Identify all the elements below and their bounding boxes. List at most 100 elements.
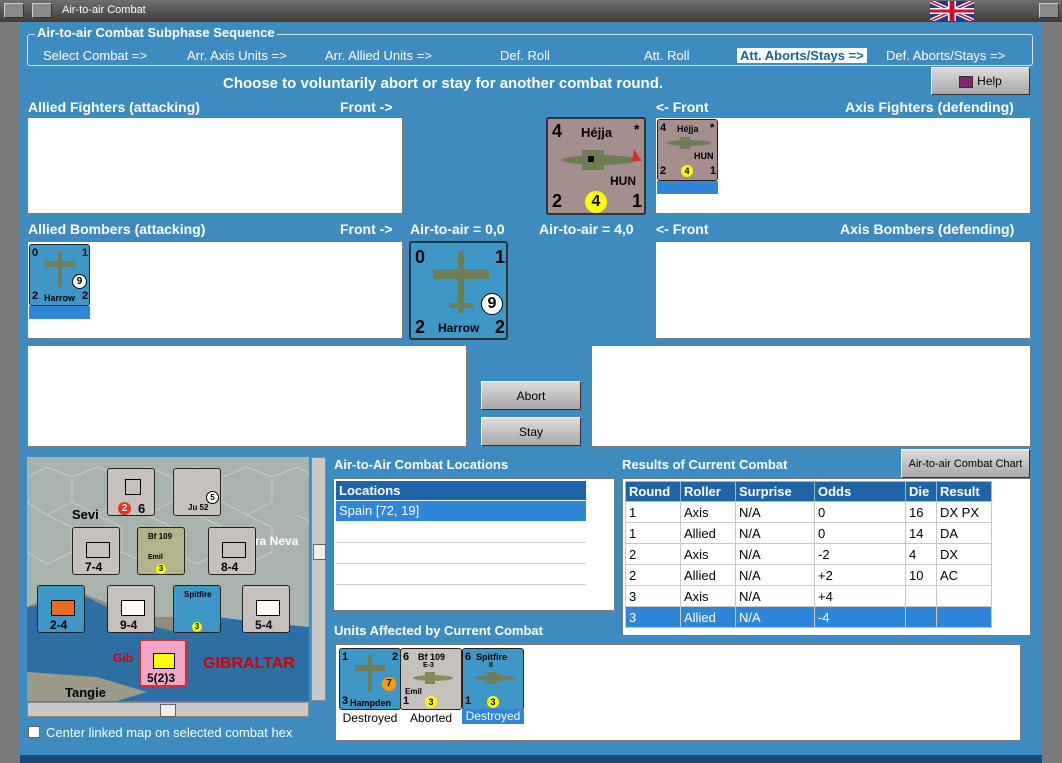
allied-fighters-box[interactable]	[27, 117, 403, 214]
map-counter-infantry-5-4[interactable]: 5-4	[242, 585, 290, 633]
axis-bombers-front: <- Front	[656, 221, 709, 237]
counter-move: 1	[632, 191, 643, 211]
col-die: Die	[905, 481, 937, 502]
map-counter-infantry-8-4[interactable]: 8-4	[208, 527, 256, 575]
allied-bomber-selection-bar	[29, 306, 90, 319]
step-def-roll: Def. Roll	[500, 48, 550, 63]
close-button[interactable]	[1039, 3, 1059, 18]
counter-name: Héjja	[677, 124, 699, 134]
map-counter-spitfire[interactable]: Spitfire 3	[173, 585, 221, 633]
counter-attack: 0	[415, 247, 426, 267]
fighter-plane-icon	[562, 149, 642, 170]
map-counter-value: 5	[206, 491, 219, 504]
axis-air-strength: Air-to-air = 4,0	[539, 221, 634, 237]
map-counter-bf109[interactable]: Bf 109 Emil 3	[137, 527, 185, 575]
map-counter-allied-2-4[interactable]: 2-4	[37, 585, 85, 633]
center-map-checkbox[interactable]	[28, 726, 40, 738]
counter-bottom-left: 2	[415, 317, 426, 337]
map-counter-value: 8-4	[221, 560, 239, 574]
axis-abort-box[interactable]	[591, 345, 1031, 447]
map-counter-value: 5(2)3	[147, 671, 176, 685]
axis-fighter-selection-bar	[657, 181, 718, 194]
counter-bottom-right: 2	[495, 317, 506, 337]
title-bar: Air-to-air Combat	[0, 0, 1062, 22]
abort-button[interactable]: Abort	[481, 381, 581, 410]
map-counter-hq[interactable]: 2 6	[107, 468, 155, 516]
counter-move: 1	[710, 165, 717, 177]
map-counter-gibraltar-fortress[interactable]: 5(2)3	[139, 639, 187, 687]
counter-star: *	[634, 121, 640, 137]
help-book-icon	[959, 75, 974, 88]
map-label-gibraltar: GIBRALTAR	[203, 655, 295, 672]
restore-button[interactable]	[32, 3, 52, 18]
counter-defense: 2	[660, 165, 667, 177]
help-label: Help	[977, 74, 1002, 88]
locations-empty-rows	[336, 522, 586, 605]
selected-allied-bomber-counter[interactable]: 0 1 9 2 Harrow 2	[409, 241, 508, 340]
map-horizontal-scrollbar[interactable]	[27, 702, 309, 717]
col-result: Result	[936, 481, 992, 502]
affected-title: Units Affected by Current Combat	[334, 623, 543, 638]
map-counter-infantry-7-4[interactable]: 7-4	[72, 527, 120, 575]
counter-defense: 1	[82, 247, 89, 259]
help-button[interactable]: Help	[931, 67, 1030, 95]
affected-unit-hampden[interactable]: 1 2 7 3 Hampden	[339, 648, 401, 710]
col-odds: Odds	[814, 481, 906, 502]
map-counter-value: 5-4	[255, 618, 273, 632]
axis-fighter-hejja-counter[interactable]: 4 Héjja * HUN 2 4 1	[657, 119, 718, 181]
affected-status: Destroyed	[342, 711, 398, 725]
map-counter-name: Bf 109	[148, 532, 173, 541]
counter-name: Harrow	[44, 293, 76, 303]
system-menu-button[interactable]	[4, 3, 24, 18]
map-counter-ju52[interactable]: Ju 52 5	[173, 468, 221, 516]
col-roller: Roller	[680, 481, 736, 502]
counter-defense: 1	[495, 247, 506, 267]
axis-bombers-label: Axis Bombers (defending)	[840, 221, 1015, 237]
affected-unit-bf109[interactable]: 6 Bf 109 E-3 Emil 1 3	[400, 648, 462, 710]
map-counter-tag: Emil	[148, 554, 163, 561]
counter-star: *	[710, 122, 715, 134]
allied-bomber-harrow-counter[interactable]: 0 1 9 2 Harrow 2	[29, 244, 90, 306]
axis-fighters-label: Axis Fighters (defending)	[845, 99, 1014, 115]
map-vertical-scrollbar[interactable]	[311, 457, 326, 701]
step-arr-axis: Arr. Axis Units =>	[187, 48, 287, 63]
counter-attack: 4	[552, 121, 563, 141]
linked-map[interactable]: Sevi ra Neva GIBRALTAR Gib Tangie 2 6 Ju…	[27, 457, 309, 701]
table-row[interactable]: 1 Axis N/A 0 16 DX PX	[625, 501, 992, 523]
table-row[interactable]: 2 Axis N/A -2 4 DX	[625, 543, 992, 565]
col-surprise: Surprise	[735, 481, 815, 502]
axis-fighters-front: <- Front	[656, 99, 709, 115]
counter-defense: 2	[552, 191, 563, 211]
selected-axis-fighter-counter[interactable]: 4 Héjja * HUN 2 4 1	[546, 117, 646, 215]
combat-chart-button[interactable]: Air-to-air Combat Chart	[901, 449, 1030, 478]
table-row[interactable]: 3 Axis N/A +4	[625, 585, 992, 607]
fighter-plane-icon	[413, 672, 453, 684]
fighter-plane-icon	[475, 672, 515, 684]
locations-title: Air-to-Air Combat Locations	[334, 457, 509, 472]
affected-status: Aborted	[409, 711, 453, 725]
locations-list[interactable]: Locations Spain [72, 19]	[333, 478, 615, 611]
map-vertical-thumb[interactable]	[313, 544, 326, 560]
results-panel: Round Roller Surprise Odds Die Result 1A…	[622, 478, 1031, 636]
map-counter-value: 7-4	[85, 560, 103, 574]
map-horizontal-thumb[interactable]	[160, 704, 176, 717]
affected-unit-spitfire[interactable]: 6 Spitfire II 1 3	[462, 648, 524, 710]
allied-abort-box[interactable]	[27, 345, 467, 447]
location-row[interactable]: Spain [72, 19]	[336, 501, 586, 521]
instruction-text: Choose to voluntarily abort or stay for …	[223, 75, 664, 92]
window-title: Air-to-air Combat	[62, 4, 146, 16]
table-row[interactable]: 2 Allied N/A +2 10 AC	[625, 564, 992, 586]
axis-bombers-box[interactable]	[655, 241, 1031, 339]
table-row[interactable]: 3 Allied N/A -4	[625, 606, 992, 628]
step-def-aborts: Def. Aborts/Stays =>	[886, 48, 1006, 63]
map-counter-range: 3	[156, 564, 166, 574]
step-att-aborts: Att. Aborts/Stays =>	[737, 48, 867, 63]
counter-range: 4	[585, 191, 607, 213]
map-counter-infantry-9-4[interactable]: 9-4	[107, 585, 155, 633]
bomber-plane-icon	[355, 655, 385, 691]
stay-button[interactable]: Stay	[481, 417, 581, 446]
affected-status: Destroyed	[462, 709, 524, 724]
table-row[interactable]: 1 Allied N/A 0 14 DA	[625, 522, 992, 544]
counter-attack: 0	[32, 247, 39, 259]
map-counter-badge: 2	[118, 502, 131, 515]
